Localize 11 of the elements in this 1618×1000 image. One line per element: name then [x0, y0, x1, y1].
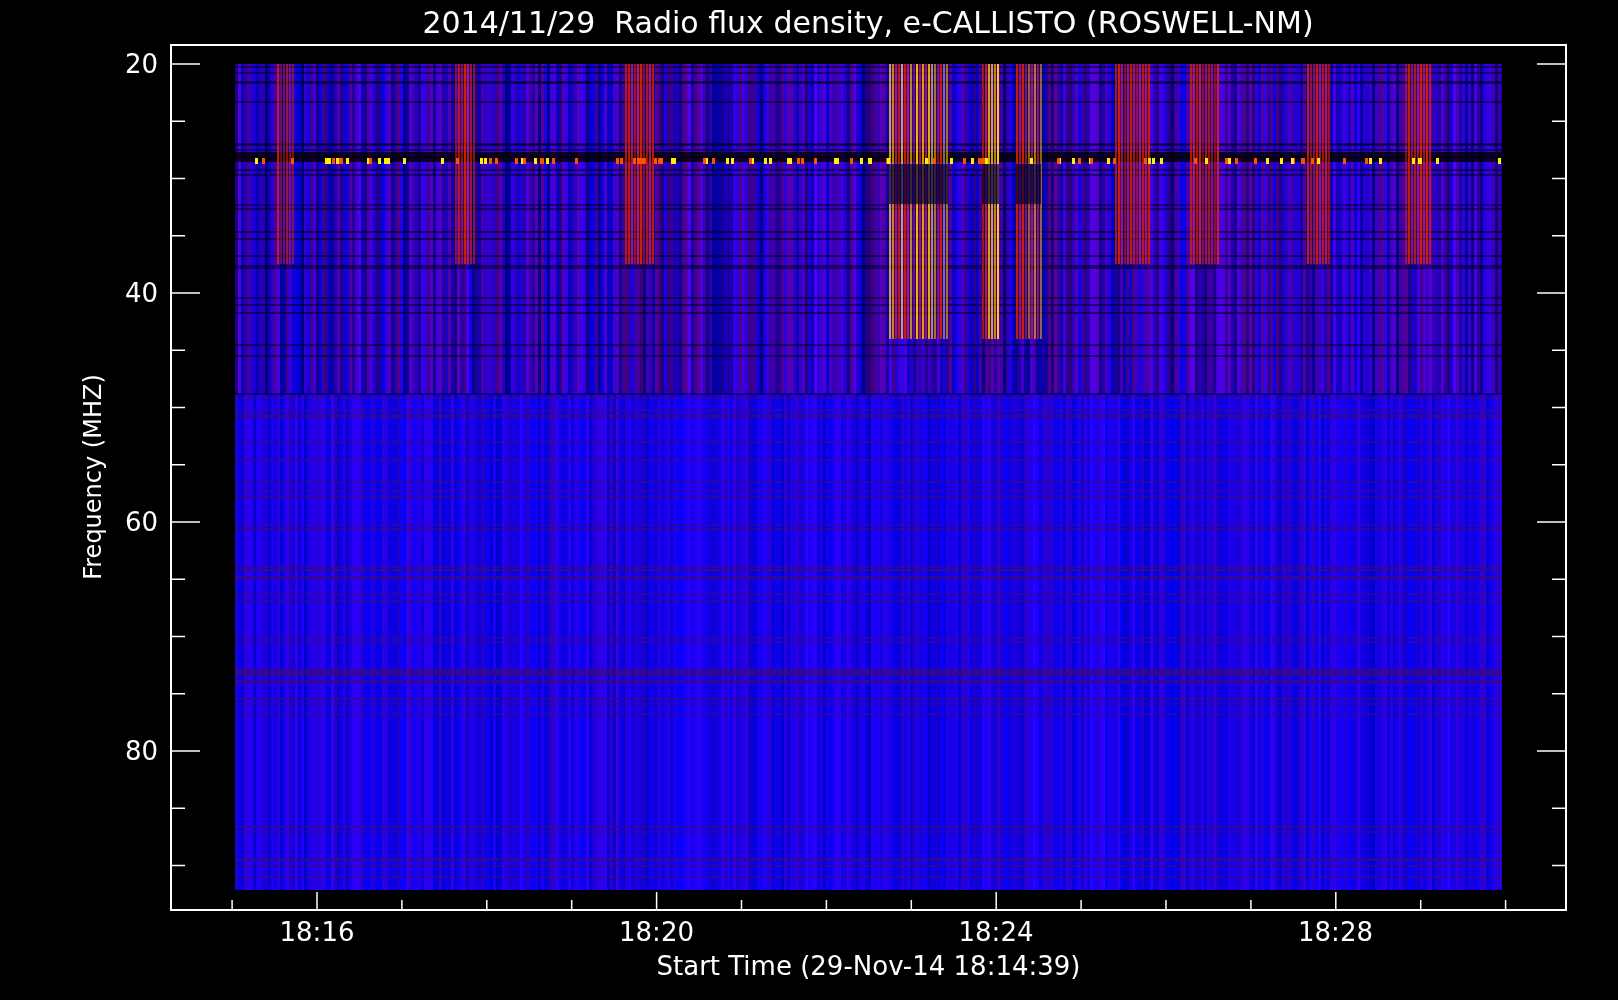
x-tick-label: 18:24 — [958, 917, 1034, 947]
y-tick-label: 40 — [124, 278, 158, 308]
y-tick-label: 80 — [124, 736, 158, 766]
y-axis-label: Frequency (MHZ) — [79, 374, 107, 580]
x-tick-label: 18:20 — [619, 917, 694, 947]
chart-title: 2014/11/29 Radio flux density, e-CALLISTO (ROSWELL-NM) — [422, 4, 1314, 40]
x-tick-label: 18:28 — [1298, 917, 1373, 947]
x-axis-label: Start Time (29-Nov-14 18:14:39) — [656, 951, 1081, 981]
y-tick-label: 20 — [124, 49, 158, 79]
y-tick-label: 60 — [124, 507, 158, 537]
x-tick-label: 18:16 — [279, 917, 355, 947]
